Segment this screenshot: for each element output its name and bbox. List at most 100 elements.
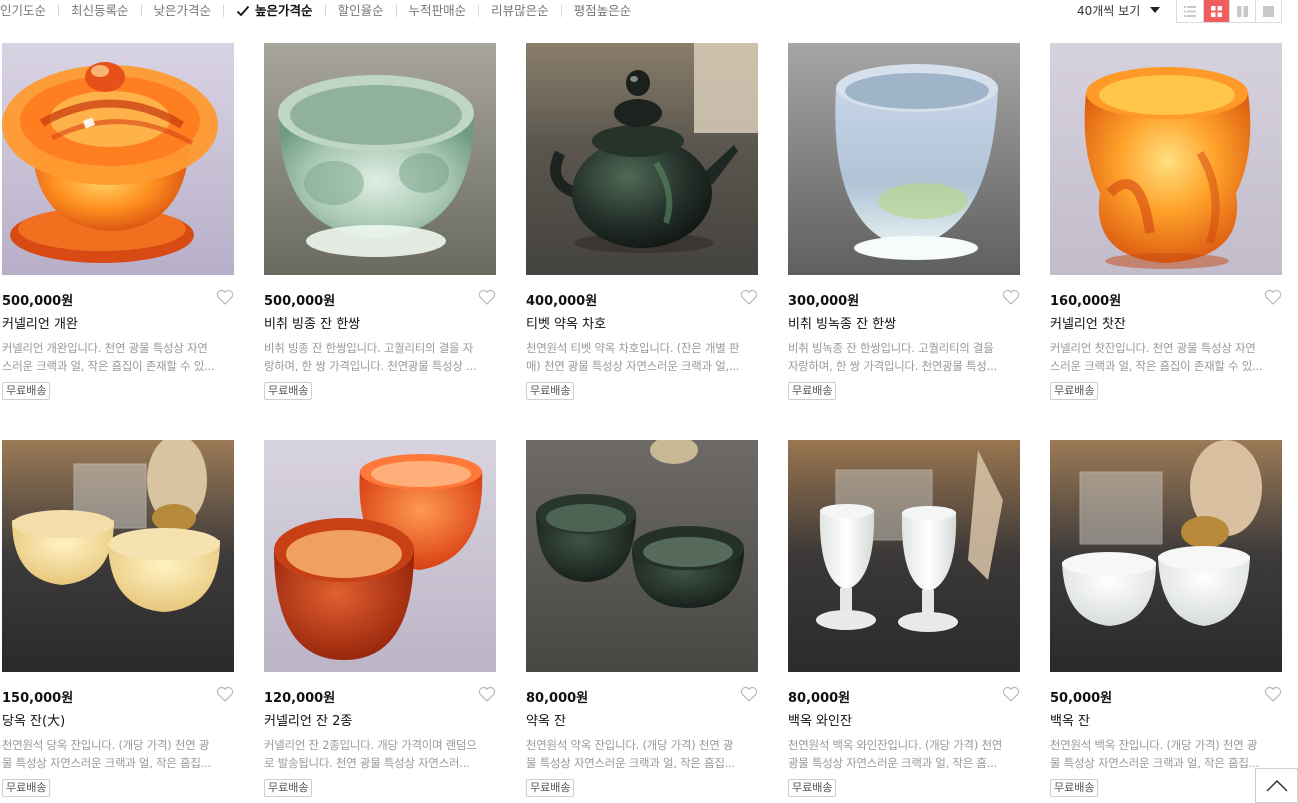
- heart-icon[interactable]: [740, 289, 758, 305]
- product-card: 80,000원 백옥 와인잔 천연원석 백옥 와인잔입니다. (개당 가격) 천…: [788, 440, 1020, 803]
- heart-icon[interactable]: [740, 686, 758, 702]
- product-image[interactable]: [788, 43, 1020, 275]
- divider: [395, 5, 397, 17]
- product-price: 150,000원: [2, 691, 74, 706]
- heart-icon[interactable]: [1264, 686, 1282, 702]
- product-description: 커넬리언 잔 2종입니다. 개당 가격이며 랜덤으 로 발송됩니다. 천연 광물 …: [264, 738, 477, 770]
- heart-icon[interactable]: [216, 686, 234, 702]
- free-shipping-badge: 무료배송: [1050, 779, 1099, 797]
- product-card: 120,000원 커넬리언 잔 2종 커넬리언 잔 2종입니다. 개당 가격이며…: [264, 440, 496, 803]
- product-card: 500,000원 비취 빙종 잔 한쌍 비취 빙종 잔 한쌍입니다. 고퀄리티의…: [264, 43, 496, 440]
- product-image[interactable]: [1050, 440, 1282, 672]
- view-grid4-button[interactable]: [1203, 0, 1229, 22]
- free-shipping-badge: 무료배송: [788, 382, 837, 400]
- sort-low-price[interactable]: 낮은가격순: [154, 1, 212, 21]
- product-image[interactable]: [526, 43, 758, 275]
- product-description: 천연원석 백옥 와인잔입니다. (개당 가격) 천연 광물 특성상 자연스러운 크…: [788, 738, 1003, 770]
- product-name[interactable]: 당옥 잔(大): [2, 710, 65, 729]
- product-card: 400,000원 티벳 약옥 차호 천연원석 티벳 약옥 차호입니다. (잔은 …: [526, 43, 758, 440]
- free-shipping-badge: 무료배송: [2, 382, 51, 400]
- product-price: 160,000원: [1050, 294, 1122, 309]
- caret-down-icon: [1150, 7, 1161, 13]
- sort-options: 인기도순 최신등록순 낮은가격순 높은가격순 할인율순 누적판매순 리뷰많은순 …: [0, 0, 631, 22]
- product-card: 150,000원 당옥 잔(大) 천연원석 당옥 잔입니다. (개당 가격) 천…: [2, 440, 234, 803]
- view-grid2-button[interactable]: [1229, 0, 1255, 22]
- product-card: 80,000원 약옥 잔 천연원석 약옥 잔입니다. (개당 가격) 천연 광물…: [526, 440, 758, 803]
- product-description: 천연원석 티벳 약옥 차호입니다. (잔은 개별 판 매) 천연 광물 특성상 자…: [526, 341, 740, 373]
- sort-sales[interactable]: 누적판매순: [409, 1, 467, 21]
- product-price: 80,000원: [526, 691, 589, 706]
- product-name[interactable]: 비취 빙종 잔 한쌍: [264, 313, 360, 332]
- heart-icon[interactable]: [216, 289, 234, 305]
- product-description: 커넬리언 개완입니다. 천연 광물 특성상 자연 스러운 크랙과 얼, 작은 흠집…: [2, 341, 215, 373]
- list-view-icon: [1184, 5, 1196, 17]
- product-name[interactable]: 백옥 잔: [1050, 710, 1090, 729]
- heart-icon[interactable]: [1002, 686, 1020, 702]
- divider: [223, 5, 225, 17]
- divider: [324, 5, 326, 17]
- product-price: 400,000원: [526, 294, 598, 309]
- sort-discount[interactable]: 할인율순: [338, 1, 384, 21]
- product-price: 500,000원: [264, 294, 336, 309]
- sort-reviews[interactable]: 리뷰많은순: [491, 1, 549, 21]
- product-grid: 500,000원 커넬리언 개완 커넬리언 개완입니다. 천연 광물 특성상 자…: [2, 43, 1282, 803]
- product-price: 50,000원: [1050, 691, 1113, 706]
- product-name[interactable]: 약옥 잔: [526, 710, 566, 729]
- product-name[interactable]: 티벳 약옥 차호: [526, 313, 606, 332]
- view-large-button[interactable]: [1255, 0, 1281, 22]
- product-image[interactable]: [264, 43, 496, 275]
- product-description: 천연원석 백옥 잔입니다. (개당 가격) 천연 광물 특성상 자연스러운 크랙…: [1050, 738, 1259, 770]
- product-card: 160,000원 커넬리언 찻잔 커넬리언 찻잔입니다. 천연 광물 특성상 자…: [1050, 43, 1282, 440]
- product-name[interactable]: 비취 빙녹종 잔 한쌍: [788, 313, 896, 332]
- view-list-button[interactable]: [1177, 0, 1203, 22]
- heart-icon[interactable]: [1002, 289, 1020, 305]
- grid-2-view-icon: [1237, 5, 1248, 17]
- divider: [478, 5, 480, 17]
- chevron-up-icon: [1265, 779, 1288, 792]
- scroll-top-button[interactable]: [1255, 768, 1298, 803]
- product-price: 80,000원: [788, 691, 851, 706]
- per-page-dropdown[interactable]: 40개씩 보기: [1077, 0, 1161, 20]
- product-image[interactable]: [526, 440, 758, 672]
- grid-4-view-icon: [1211, 5, 1222, 17]
- sort-high-price[interactable]: 높은가격순: [236, 1, 313, 21]
- product-description: 천연원석 약옥 잔입니다. (개당 가격) 천연 광물 특성상 자연스러운 크랙…: [526, 738, 735, 770]
- product-price: 120,000원: [264, 691, 336, 706]
- heart-icon[interactable]: [478, 289, 496, 305]
- product-image[interactable]: [2, 440, 234, 672]
- free-shipping-badge: 무료배송: [526, 382, 575, 400]
- product-name[interactable]: 커넬리언 개완: [2, 313, 78, 332]
- product-name[interactable]: 커넬리언 잔 2종: [264, 710, 352, 729]
- heart-icon[interactable]: [1264, 289, 1282, 305]
- product-card: 500,000원 커넬리언 개완 커넬리언 개완입니다. 천연 광물 특성상 자…: [2, 43, 234, 440]
- product-price: 500,000원: [2, 294, 74, 309]
- product-price: 300,000원: [788, 294, 860, 309]
- per-page-label: 40개씩 보기: [1077, 3, 1141, 18]
- free-shipping-badge: 무료배송: [2, 779, 51, 797]
- large-view-icon: [1263, 5, 1274, 17]
- check-icon: [236, 5, 250, 17]
- product-image[interactable]: [264, 440, 496, 672]
- product-card: 50,000원 백옥 잔 천연원석 백옥 잔입니다. (개당 가격) 천연 광물…: [1050, 440, 1282, 803]
- product-image[interactable]: [2, 43, 234, 275]
- product-image[interactable]: [1050, 43, 1282, 275]
- divider: [58, 5, 60, 17]
- divider: [140, 5, 142, 17]
- sort-high-price-label: 높은가격순: [255, 3, 313, 18]
- product-image[interactable]: [788, 440, 1020, 672]
- sort-rating[interactable]: 평점높은순: [574, 1, 632, 21]
- product-description: 커넬리언 찻잔입니다. 천연 광물 특성상 자연 스러운 크랙과 얼, 작은 흠집…: [1050, 341, 1263, 373]
- free-shipping-badge: 무료배송: [526, 779, 575, 797]
- product-name[interactable]: 백옥 와인잔: [788, 710, 852, 729]
- product-description: 비취 빙녹종 잔 한쌍입니다. 고퀄리티의 결을 자랑하며, 한 쌍 가격입니다.…: [788, 341, 997, 373]
- free-shipping-badge: 무료배송: [264, 382, 313, 400]
- free-shipping-badge: 무료배송: [264, 779, 313, 797]
- free-shipping-badge: 무료배송: [1050, 382, 1099, 400]
- sort-bar: 인기도순 최신등록순 낮은가격순 높은가격순 할인율순 누적판매순 리뷰많은순 …: [0, 0, 1298, 23]
- sort-newest[interactable]: 최신등록순: [71, 1, 129, 21]
- heart-icon[interactable]: [478, 686, 496, 702]
- product-card: 300,000원 비취 빙녹종 잔 한쌍 비취 빙녹종 잔 한쌍입니다. 고퀄리…: [788, 43, 1020, 440]
- sort-popular[interactable]: 인기도순: [0, 1, 46, 21]
- product-name[interactable]: 커넬리언 찻잔: [1050, 313, 1126, 332]
- view-mode-toggle: [1176, 0, 1282, 23]
